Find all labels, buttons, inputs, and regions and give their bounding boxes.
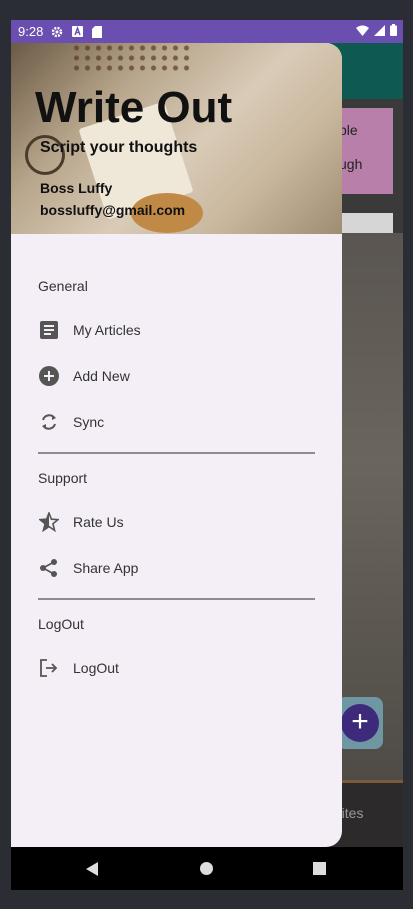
app-title: Write Out [35,83,233,132]
system-navigation-bar [11,847,403,890]
settings-icon [51,26,63,38]
device-screen: 9:28 ple ugh + rites Write Out Script yo… [11,20,403,890]
drawer-item-label: My Articles [73,322,141,338]
wifi-icon [356,24,369,39]
drawer-item-my-articles[interactable]: My Articles [11,310,342,350]
divider [38,598,315,600]
card-text-line: ugh [339,156,363,172]
drawer-item-label: LogOut [73,660,119,676]
navigation-drawer: Write Out Script your thoughts Boss Luff… [11,43,342,847]
a-notification-icon [71,26,83,38]
article-icon [38,319,60,341]
fab-container: + [337,697,383,749]
sync-icon [38,411,60,433]
drawer-item-logout[interactable]: LogOut [11,648,342,688]
section-header-support: Support [38,470,88,486]
home-button[interactable] [200,862,213,875]
drawer-item-sync[interactable]: Sync [11,402,342,442]
app-subtitle: Script your thoughts [40,139,198,156]
status-bar: 9:28 [11,20,403,43]
divider [38,452,315,454]
battery-icon [390,24,397,39]
add-circle-icon [38,365,60,387]
status-time: 9:28 [18,24,44,39]
drawer-item-label: Sync [73,414,105,430]
drawer-item-label: Share App [73,560,139,576]
drawer-item-add-new[interactable]: Add New [11,356,342,396]
back-button[interactable] [86,862,98,876]
header-background-image [71,43,191,73]
recents-button[interactable] [313,862,326,875]
section-header-logout: LogOut [38,616,84,632]
add-fab-button[interactable]: + [341,704,379,742]
drawer-item-rate-us[interactable]: Rate Us [11,502,342,542]
user-email: bossluffy@gmail.com [40,202,186,218]
drawer-item-label: Add New [73,368,130,384]
logout-icon [38,657,60,679]
drawer-item-share-app[interactable]: Share App [11,548,342,588]
share-icon [38,557,60,579]
user-name: Boss Luffy [40,180,113,196]
sd-card-icon [91,25,103,38]
signal-icon [374,24,385,39]
star-half-icon [38,511,60,533]
section-header-general: General [38,278,88,294]
drawer-item-label: Rate Us [73,514,124,530]
drawer-header: Write Out Script your thoughts Boss Luff… [11,43,342,234]
